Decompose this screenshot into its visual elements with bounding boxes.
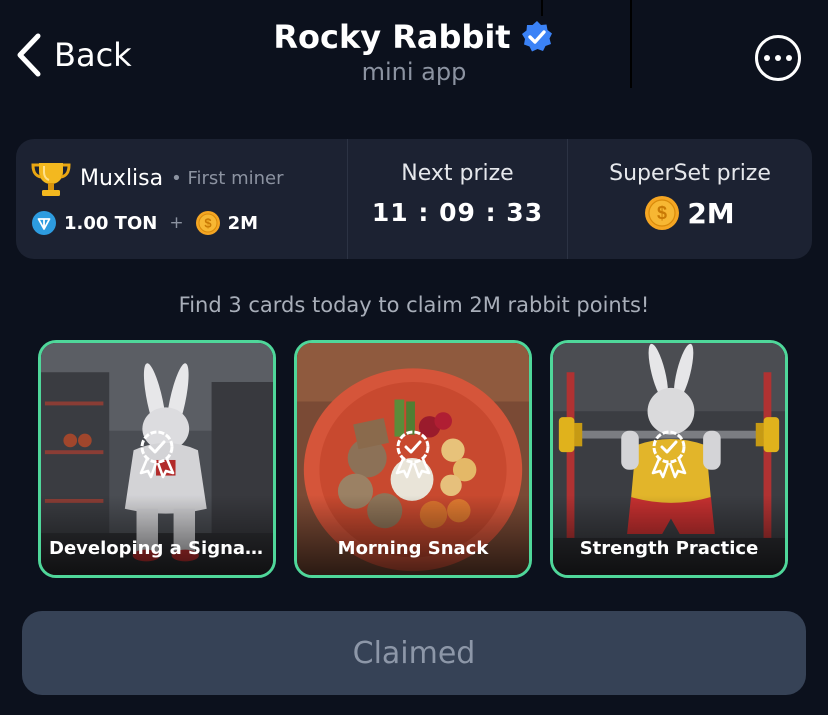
trophy-icon bbox=[31, 163, 71, 196]
next-prize-label: Next prize bbox=[401, 161, 514, 186]
next-prize-countdown: 11 : 09 : 33 bbox=[371, 198, 544, 227]
card-morning-snack[interactable]: Morning Snack bbox=[294, 340, 532, 578]
header-title-block: Rocky Rabbit mini app bbox=[0, 18, 828, 86]
card-label: Developing a Signa... bbox=[49, 538, 265, 559]
app-title: Rocky Rabbit bbox=[273, 18, 511, 56]
svg-text:$: $ bbox=[657, 203, 667, 223]
card-shade bbox=[553, 495, 785, 575]
award-check-icon bbox=[651, 430, 687, 479]
superset-prize-label: SuperSet prize bbox=[609, 161, 771, 186]
miner-role: • First miner bbox=[171, 167, 284, 189]
card-shade bbox=[41, 495, 273, 575]
more-dots-icon bbox=[786, 55, 792, 61]
miner-name: Muxlisa bbox=[80, 165, 164, 191]
card-developing-signature[interactable]: Developing a Signa... bbox=[38, 340, 276, 578]
card-strength-practice[interactable]: Strength Practice bbox=[550, 340, 788, 578]
first-miner-section: Muxlisa • First miner 1.00 TON + $ 2M bbox=[16, 139, 347, 259]
prize-panel: Muxlisa • First miner 1.00 TON + $ 2M Ne… bbox=[16, 139, 812, 259]
award-check-icon bbox=[139, 430, 175, 479]
next-prize-section: Next prize 11 : 09 : 33 bbox=[348, 139, 567, 259]
coin-reward: 2M bbox=[227, 212, 259, 234]
app-subtitle: mini app bbox=[361, 58, 467, 86]
superset-prize-section: SuperSet prize $ 2M bbox=[568, 139, 812, 259]
ton-icon bbox=[32, 211, 56, 235]
more-dots-icon bbox=[764, 55, 770, 61]
card-label: Morning Snack bbox=[337, 538, 489, 559]
award-check-icon bbox=[395, 430, 431, 479]
dollar-coin-icon: $ bbox=[195, 211, 220, 235]
card-shade bbox=[297, 495, 529, 575]
screen-scratch bbox=[541, 0, 543, 16]
daily-cards-hint: Find 3 cards today to claim 2M rabbit po… bbox=[178, 293, 650, 317]
more-dots-icon bbox=[775, 55, 781, 61]
ton-reward: 1.00 TON bbox=[64, 212, 158, 234]
claimed-button[interactable]: Claimed bbox=[22, 611, 806, 695]
card-label: Strength Practice bbox=[579, 538, 759, 559]
svg-text:$: $ bbox=[204, 216, 212, 231]
dollar-coin-icon: $ bbox=[645, 196, 680, 230]
more-options-button[interactable] bbox=[755, 35, 801, 81]
verified-check-icon bbox=[521, 21, 552, 52]
superset-prize-value: 2M bbox=[687, 196, 735, 230]
plus-sign: + bbox=[169, 213, 184, 233]
